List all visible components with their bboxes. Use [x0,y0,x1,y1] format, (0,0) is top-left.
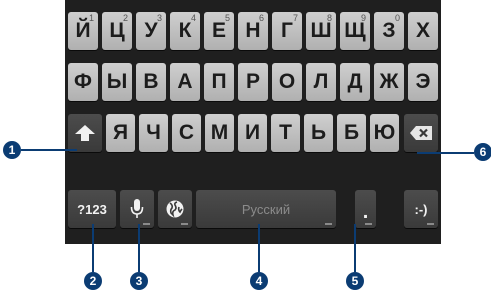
callout-1: 1 [3,141,21,159]
letter-key[interactable]: Э [408,63,438,101]
letter-key[interactable]: Ч [139,114,168,152]
more-options-indicator [325,223,332,225]
key-label: Х [415,19,430,42]
key-label: З [382,19,396,42]
smiley-key[interactable]: :-) [404,190,438,228]
letter-key[interactable]: Я [106,114,135,152]
key-label: Щ [344,19,366,42]
language-key[interactable] [158,190,192,228]
letter-key[interactable]: Р [238,63,268,101]
letter-key[interactable]: Ф [68,63,98,101]
period-key[interactable]: . [355,190,376,228]
key-label: Ф [74,70,92,93]
key-label: Ы [106,70,128,93]
key-label: Р [245,70,260,93]
keyboard: 1Й2Ц3У4К5Е6Н7Г8Ш9Щ0ЗХ ФЫВАПРОЛДЖЭ ЯЧСМИТ… [65,0,441,244]
key-label: Е [211,19,226,42]
shift-arrow-icon [75,125,95,141]
letter-key[interactable]: 0З [374,12,404,50]
key-label: Й [75,19,91,42]
callout-4-line [258,224,260,272]
key-label: Н [245,19,261,42]
key-label: У [144,19,158,42]
key-label: Ч [146,121,161,144]
letter-key[interactable]: Б [337,114,366,152]
callout-5-line [354,224,356,272]
key-number-hint: 7 [292,13,298,23]
callout-1-line [21,149,77,151]
key-label: Д [347,70,363,93]
shift-key[interactable] [68,114,102,152]
key-label: П [211,70,227,93]
key-label: М [210,121,229,144]
letter-key[interactable]: В [136,63,166,101]
letter-key[interactable]: Ь [304,114,333,152]
key-label: Г [281,19,293,42]
letter-key[interactable]: М [205,114,234,152]
letter-key[interactable]: Д [340,63,370,101]
letter-key[interactable]: А [170,63,200,101]
more-options-indicator [143,223,150,225]
key-label: С [178,121,195,144]
callout-2: 2 [84,272,102,290]
letter-key[interactable]: 9Щ [340,12,370,50]
letter-key[interactable]: П [204,63,234,101]
key-label: А [177,70,193,93]
letter-key[interactable]: Ы [102,63,132,101]
space-key-label: Русский [241,201,291,217]
key-label: Б [343,121,360,144]
letter-key[interactable]: Т [271,114,300,152]
more-options-indicator [365,223,372,225]
letter-key[interactable]: И [238,114,267,152]
space-key[interactable]: Русский [196,190,336,228]
key-label: Ь [310,121,327,144]
voice-input-key[interactable] [120,190,154,228]
key-label: Т [279,121,292,144]
letter-key[interactable]: О [272,63,302,101]
key-label: Ю [373,121,396,144]
more-options-indicator [427,223,434,225]
symbols-key-label: ?123 [77,201,107,217]
letter-key[interactable]: 2Ц [102,12,132,50]
key-number-hint: 4 [190,13,196,23]
letter-key[interactable]: 4К [170,12,200,50]
letter-key[interactable]: Л [306,63,336,101]
letter-key[interactable]: 7Г [272,12,302,50]
letter-key[interactable]: С [172,114,201,152]
key-label: Ц [109,19,125,42]
letter-key[interactable]: Х [408,12,438,50]
smiley-key-label: :-) [414,201,428,217]
callout-4: 4 [250,272,268,290]
key-label: Л [313,70,329,93]
key-label: И [244,121,261,144]
letter-key[interactable]: 1Й [68,12,98,50]
key-label: О [278,70,296,93]
more-options-indicator [181,223,188,225]
key-label: К [178,19,192,42]
symbols-key[interactable]: ?123 [68,190,116,228]
key-label: Э [415,70,431,93]
period-key-label: . [362,200,369,223]
key-label: Ш [310,19,332,42]
letter-key[interactable]: Ю [370,114,399,152]
letter-key[interactable]: 3У [136,12,166,50]
key-label: В [143,70,159,93]
callout-3-line [138,224,140,272]
microphone-icon [130,199,144,218]
key-label: Я [112,121,129,144]
letter-key[interactable]: Ж [374,63,404,101]
callout-3: 3 [130,272,148,290]
callout-5: 5 [346,272,364,290]
callout-6-line [417,152,474,154]
callout-6: 6 [474,143,491,161]
key-number-hint: 0 [394,13,400,23]
callout-2-line [92,224,94,272]
letter-key[interactable]: 6Н [238,12,268,50]
backspace-icon [410,126,432,140]
letter-key[interactable]: 5Е [204,12,234,50]
globe-icon [166,200,184,218]
letter-key[interactable]: 8Ш [306,12,336,50]
key-label: Ж [379,70,399,93]
backspace-key[interactable] [404,114,438,152]
